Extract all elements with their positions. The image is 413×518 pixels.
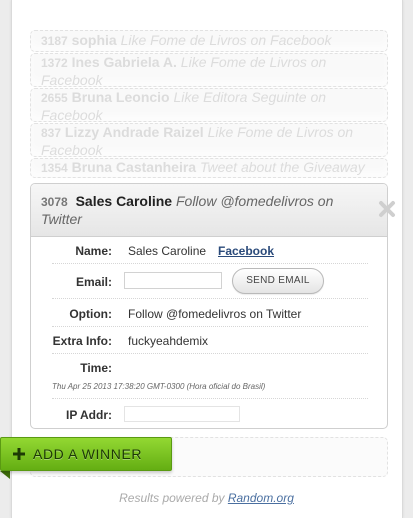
time-label: Time: (80, 361, 112, 375)
extra-info-label: Extra Info: (52, 334, 112, 348)
row-divider (52, 326, 368, 327)
entry-item[interactable]: 2655 Bruna Leoncio Like Editora Seguinte… (30, 88, 388, 122)
add-winner-button[interactable]: ADD A WINNER (0, 437, 172, 471)
ip-address-field[interactable] (124, 406, 240, 422)
entry-number: 1372 (41, 56, 68, 70)
entry-name: Bruna Leoncio (71, 89, 170, 105)
email-label: Email: (75, 275, 112, 289)
entry-item[interactable]: 837 Lizzy Andrade Raizel Like Fome de Li… (30, 123, 388, 157)
entry-name: Bruna Castanheira (71, 159, 197, 175)
entry-name: Lizzy Andrade Raizel (64, 124, 204, 140)
entry-number: 3187 (41, 34, 68, 48)
row-divider (52, 263, 368, 264)
ip-label: IP Addr: (65, 408, 112, 422)
time-value: Thu Apr 25 2013 17:38:20 GMT-0300 (Hora … (52, 382, 266, 391)
add-winner-label: ADD A WINNER (33, 446, 143, 462)
entry-name: Ines Gabriela A. (71, 54, 177, 70)
plus-icon (13, 448, 25, 460)
entry-item[interactable]: 3187 sophia Like Fome de Livros on Faceb… (30, 30, 388, 52)
row-divider (52, 298, 368, 299)
entry-number: 837 (41, 126, 62, 140)
row-divider (52, 353, 368, 354)
entry-item[interactable]: 1354 Bruna Castanheira Tweet about the G… (30, 158, 388, 178)
footer: Results powered by Random.org (0, 491, 413, 505)
entry-number: 2655 (41, 91, 68, 105)
winner-number: 3078 (41, 195, 68, 209)
winner-title: 3078 Sales Caroline Follow @fomedelivros… (41, 193, 361, 228)
footer-text: Results powered by (119, 491, 228, 505)
winner-name: Sales Caroline (75, 193, 173, 209)
entry-action: Tweet about the Giveaway (199, 159, 365, 175)
ribbon-fold (0, 471, 10, 479)
option-label: Option: (69, 307, 112, 321)
entry-number: 1354 (41, 161, 68, 175)
winner-card: 3078 Sales Caroline Follow @fomedelivros… (30, 183, 388, 429)
send-email-button[interactable]: SEND EMAIL (232, 268, 324, 294)
entry-item[interactable]: 1372 Ines Gabriela A. Like Fome de Livro… (30, 53, 388, 87)
entry-name: sophia (71, 32, 117, 48)
winner-card-header: 3078 Sales Caroline Follow @fomedelivros… (31, 184, 387, 237)
close-icon[interactable] (378, 200, 396, 218)
random-org-link[interactable]: Random.org (228, 491, 294, 505)
email-field[interactable] (124, 272, 222, 289)
name-label: Name: (75, 244, 112, 258)
name-value: Sales Caroline (128, 244, 207, 258)
option-value: Follow @fomedelivros on Twitter (128, 307, 302, 321)
facebook-link[interactable]: Facebook (218, 244, 274, 258)
row-divider (52, 398, 368, 399)
extra-info-value: fuckyeahdemix (128, 334, 209, 348)
entry-action: Like Fome de Livros on Facebook (120, 32, 332, 48)
